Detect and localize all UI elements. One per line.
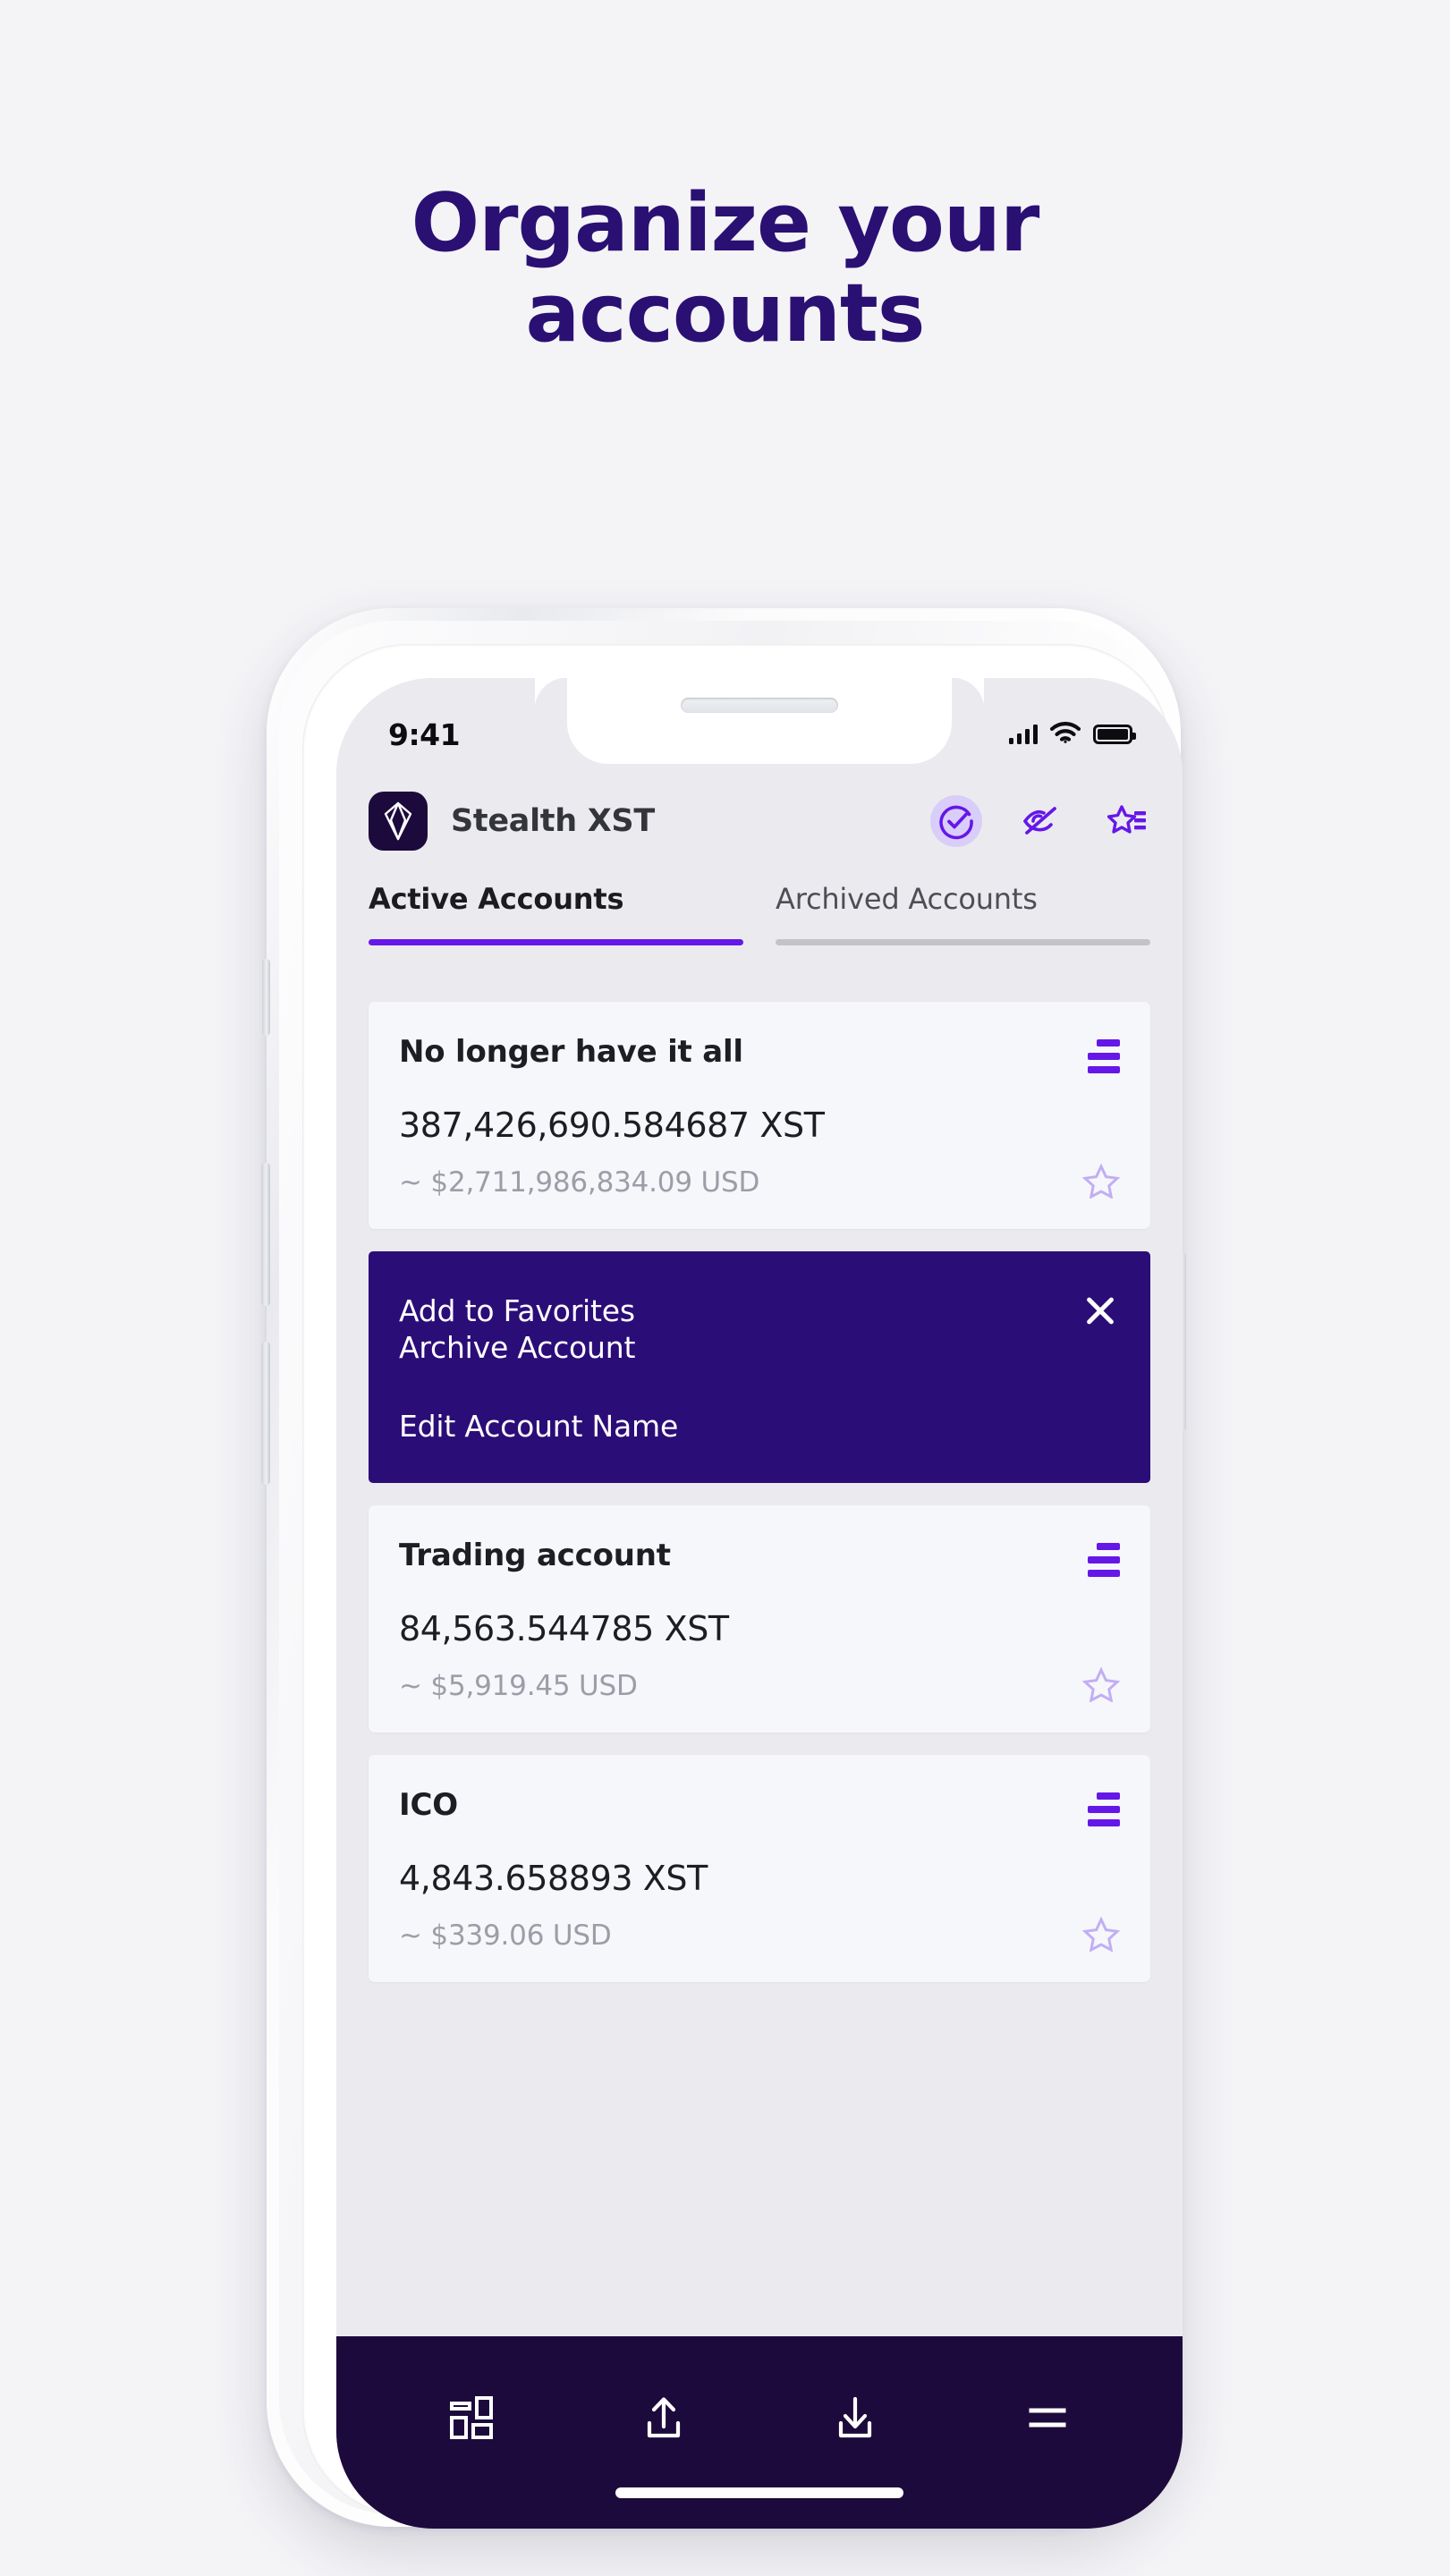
app-header: Stealth XST: [336, 778, 1183, 864]
account-amount: 387,426,690.584687 XST: [399, 1106, 825, 1145]
archive-account-item[interactable]: Archive Account: [399, 1330, 1120, 1365]
header-actions: [934, 799, 1150, 843]
account-card-footer: ~ $339.06 USD: [399, 1916, 1121, 1955]
account-name: No longer have it all: [399, 1034, 743, 1070]
battery-icon: [1093, 724, 1136, 744]
phone-inner-frame: 9:41 Stealth XST Active Accounts Archive…: [279, 621, 1183, 2529]
account-usd-value: ~ $339.06 USD: [399, 1919, 612, 1952]
send-upload-icon[interactable]: [629, 2383, 699, 2453]
phone-screen: 9:41 Stealth XST Active Accounts Archive…: [336, 678, 1183, 2529]
panel-first-row: Add to Favorites: [399, 1291, 1120, 1330]
account-card[interactable]: Trading account 84,563.544785 XST ~ $5,9…: [369, 1505, 1150, 1733]
tab-active-underline: [369, 939, 743, 945]
hamburger-menu-icon[interactable]: [1013, 2383, 1082, 2453]
account-card[interactable]: ICO 4,843.658893 XST ~ $339.06 USD: [369, 1755, 1150, 1982]
eye-off-icon[interactable]: [1020, 799, 1064, 843]
tab-active-accounts[interactable]: Active Accounts: [369, 882, 743, 945]
status-icon-group: [1009, 721, 1136, 748]
list-menu-icon[interactable]: [1088, 1787, 1120, 1826]
headline-line-1: Organize your: [411, 176, 1040, 270]
home-indicator: [615, 2487, 903, 2498]
phone-mockup: 9:41 Stealth XST Active Accounts Archive…: [261, 608, 1186, 2529]
volume-up-button[interactable]: [261, 1163, 270, 1306]
star-list-icon[interactable]: [1106, 799, 1150, 843]
account-card[interactable]: No longer have it all 387,426,690.584687…: [369, 1002, 1150, 1229]
account-usd-value: ~ $2,711,986,834.09 USD: [399, 1166, 760, 1199]
tab-active-accounts-label: Active Accounts: [369, 882, 624, 916]
account-card-header: No longer have it all: [399, 1034, 1120, 1073]
status-bar: 9:41: [336, 678, 1183, 767]
receive-download-icon[interactable]: [820, 2383, 890, 2453]
account-action-panel: Add to Favorites Archive Account Edit Ac…: [369, 1251, 1150, 1483]
account-tabs: Active Accounts Archived Accounts: [336, 882, 1183, 945]
check-circle-icon[interactable]: [934, 799, 979, 843]
list-menu-icon[interactable]: [1088, 1538, 1120, 1577]
account-amount: 84,563.544785 XST: [399, 1609, 729, 1648]
status-time: 9:41: [388, 716, 461, 752]
account-card-header: ICO: [399, 1787, 1120, 1826]
silent-switch[interactable]: [262, 959, 270, 1036]
account-card-footer: ~ $5,919.45 USD: [399, 1666, 1121, 1706]
tab-archived-accounts-label: Archived Accounts: [776, 882, 1038, 916]
add-to-favorites-item[interactable]: Add to Favorites: [399, 1293, 635, 1328]
star-outline-icon[interactable]: [1081, 1163, 1121, 1202]
tab-archived-underline: [776, 939, 1150, 945]
wifi-icon: [1049, 721, 1081, 748]
signal-bars-icon: [1009, 724, 1038, 744]
account-card-footer: ~ $2,711,986,834.09 USD: [399, 1163, 1121, 1202]
close-icon[interactable]: [1081, 1291, 1120, 1330]
bottom-navigation: [336, 2336, 1183, 2529]
dashboard-grid-icon[interactable]: [437, 2383, 506, 2453]
list-menu-icon[interactable]: [1088, 1034, 1120, 1073]
account-name: ICO: [399, 1787, 458, 1823]
headline-line-2: accounts: [525, 266, 926, 360]
account-name: Trading account: [399, 1538, 671, 1573]
page-title: Organize your accounts: [0, 176, 1450, 360]
star-outline-icon[interactable]: [1081, 1916, 1121, 1955]
star-outline-icon[interactable]: [1081, 1666, 1121, 1706]
stealth-xst-logo: [369, 792, 428, 851]
account-usd-value: ~ $5,919.45 USD: [399, 1670, 638, 1702]
app-title: Stealth XST: [451, 803, 655, 839]
edit-account-name-item[interactable]: Edit Account Name: [399, 1409, 1120, 1444]
app-viewport: 9:41 Stealth XST Active Accounts Archive…: [336, 678, 1183, 2529]
phone-bezel: 9:41 Stealth XST Active Accounts Archive…: [302, 644, 1183, 2529]
tab-archived-accounts[interactable]: Archived Accounts: [776, 882, 1150, 945]
account-card-header: Trading account: [399, 1538, 1120, 1577]
volume-down-button[interactable]: [261, 1342, 270, 1485]
account-amount: 4,843.658893 XST: [399, 1859, 708, 1898]
accounts-list: No longer have it all 387,426,690.584687…: [336, 1002, 1183, 2004]
